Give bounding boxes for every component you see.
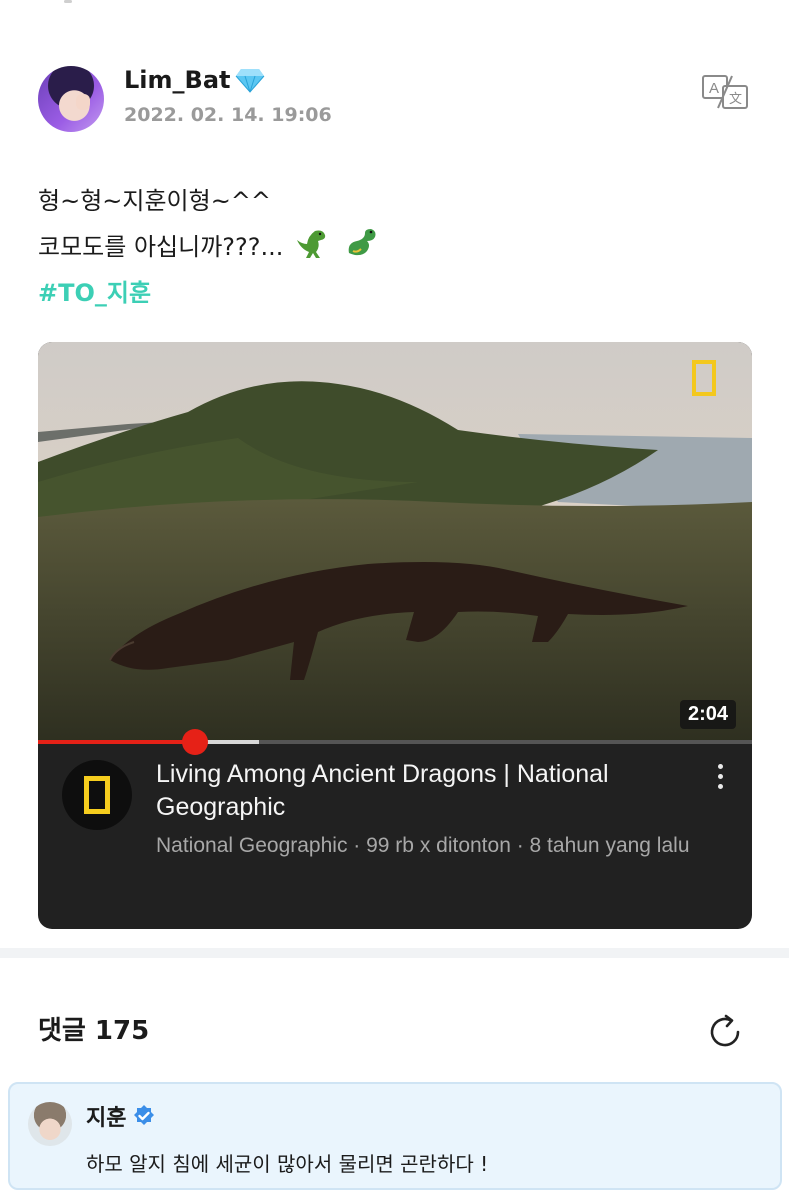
author-name[interactable]: Lim_Bat (124, 66, 231, 94)
video-duration: 2:04 (679, 700, 736, 729)
section-divider (0, 948, 789, 958)
video-progress-bar[interactable] (38, 740, 752, 744)
svg-text:A: A (709, 80, 719, 97)
diamond-icon (235, 69, 264, 93)
post-line-2: 코모도를 아십니까???... (38, 224, 738, 270)
video-embed-card[interactable]: 2:04 Living Among Ancient Dragons | Nati… (38, 342, 752, 929)
video-scrubber-handle[interactable] (182, 729, 209, 755)
comment-text: 하모 알지 침에 세균이 많아서 물리면 곤란하다 ! (86, 1152, 489, 1176)
translate-icon[interactable]: A 文 (701, 74, 749, 110)
author-avatar[interactable] (38, 66, 104, 132)
comments-count-header: 댓글 175 (38, 1016, 150, 1046)
video-thumbnail[interactable] (38, 342, 752, 742)
video-progress-played (38, 740, 196, 744)
dragon-emoji (348, 229, 376, 256)
video-meta: National Geographic · 99 rb x ditonton ·… (156, 834, 690, 857)
post-header: Lim_Bat 2022. 02. 14. 19:06 A 文 (38, 64, 751, 134)
verified-badge-icon (134, 1105, 155, 1125)
svg-text:文: 文 (729, 92, 742, 107)
post-body: 형~형~지훈이형~^^ 코모도를 아십니까???... #TO_지훈 (38, 178, 738, 316)
post-timestamp: 2022. 02. 14. 19:06 (124, 104, 332, 126)
national-geographic-logo-icon[interactable] (62, 760, 132, 830)
author-row: Lim_Bat (124, 66, 265, 94)
t-rex-emoji (297, 230, 326, 258)
comment-author-name[interactable]: 지훈 (86, 1100, 126, 1132)
pinned-comment[interactable]: 지훈 하모 알지 침에 세균이 많아서 물리면 곤란하다 ! (8, 1082, 782, 1190)
refresh-icon[interactable] (705, 1012, 745, 1052)
post-line-2-text: 코모도를 아십니까???... (38, 233, 284, 261)
post-line-1: 형~형~지훈이형~^^ (38, 187, 272, 215)
more-vertical-icon[interactable] (714, 764, 726, 794)
comment-author-row: 지훈 (86, 1100, 156, 1132)
top-edge-fragment (64, 0, 72, 3)
video-title[interactable]: Living Among Ancient Dragons | National … (156, 758, 686, 824)
comment-author-avatar[interactable] (28, 1102, 72, 1146)
hashtag-link[interactable]: #TO_지훈 (38, 270, 738, 316)
